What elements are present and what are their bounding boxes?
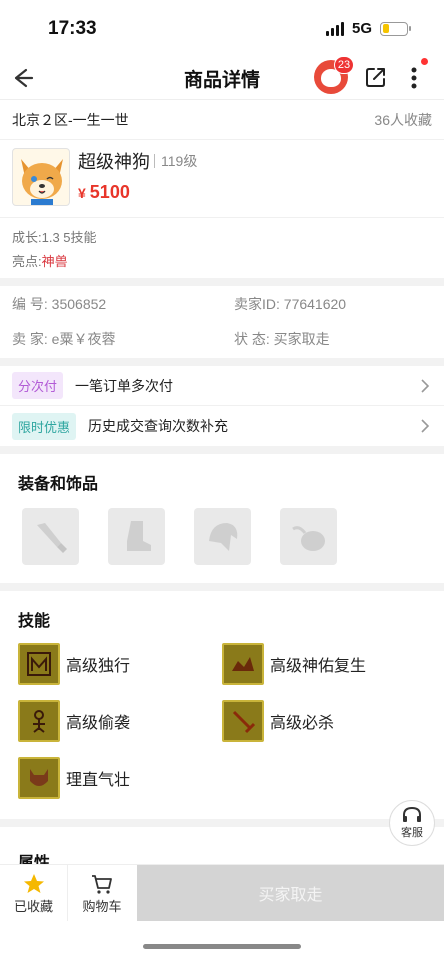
pet-name: 超级神狗 [78, 152, 150, 172]
promo-text: 一笔订单多次付 [75, 377, 174, 394]
seller-id-field: 卖家ID: 77641620 [234, 294, 444, 315]
armor-slot[interactable] [194, 508, 251, 565]
star-icon [23, 873, 44, 893]
promo-section: 分次付 一笔订单多次付 限时优惠 历史成交查询次数补充 [0, 366, 444, 446]
skill-item[interactable]: 理直气壮 [18, 757, 222, 799]
listing-card: 北京２区-一生一世 36人收藏 超级神狗 119级 ¥5100 成长:1.3 5… [0, 100, 444, 278]
accessory-slot[interactable] [280, 508, 337, 565]
weapon-slot[interactable] [22, 508, 79, 565]
server-row: 北京２区-一生一世 36人收藏 [0, 100, 444, 140]
promo-row-discount[interactable]: 限时优惠 历史成交查询次数补充 [0, 406, 444, 446]
cart-label: 购物车 [82, 898, 122, 914]
skill-item[interactable]: 高级独行 [18, 643, 222, 685]
chevron-right-icon [421, 419, 430, 433]
seller-value: e粟￥夜蓉 [51, 331, 116, 347]
seller-id-label: 卖家ID: [234, 296, 280, 312]
favorite-button[interactable]: 已收藏 [0, 865, 68, 921]
skill-name: 高级神佑复生 [270, 658, 367, 675]
network-type: 5G [351, 20, 372, 37]
growth-section: 成长:1.3 5技能 亮点:神兽 [0, 218, 444, 278]
share-icon[interactable] [364, 65, 388, 89]
signal-icon [325, 21, 344, 36]
price-symbol: ¥ [78, 185, 86, 201]
cart-icon [92, 874, 112, 894]
helmet-icon [208, 522, 237, 551]
skill-name: 高级独行 [66, 658, 131, 675]
dog-icon [21, 159, 63, 205]
id-value: 3506852 [51, 296, 107, 312]
message-badge: 23 [334, 56, 354, 74]
status-icons: 5G [325, 20, 411, 37]
favorite-count: 36人收藏 [374, 111, 432, 128]
price: ¥5100 [78, 182, 197, 203]
seller-field: 卖 家: e粟￥夜蓉 [12, 329, 234, 350]
nav-bar: 商品详情 23 [0, 56, 444, 100]
skill-name: 理直气壮 [66, 772, 131, 789]
server-name: 北京２区-一生一世 [12, 111, 129, 128]
equipment-title: 装备和饰品 [18, 476, 99, 493]
skill-icon [222, 700, 264, 742]
state-label: 状 态: [234, 331, 270, 347]
chevron-right-icon [421, 379, 430, 393]
skill-name: 高级必杀 [270, 715, 335, 732]
promo-row-installment[interactable]: 分次付 一笔订单多次付 [0, 366, 444, 406]
highlight-label: 亮点: [12, 254, 42, 269]
skill-item[interactable]: 高级神佑复生 [222, 643, 422, 685]
id-label: 编 号: [12, 296, 48, 312]
details-grid: 编 号: 3506852 卖家ID: 77641620 卖 家: e粟￥夜蓉 状… [0, 286, 444, 358]
headset-icon [403, 806, 421, 822]
skill-item[interactable]: 高级偷袭 [18, 700, 222, 742]
service-label: 客服 [401, 827, 423, 839]
pet-level: 119级 [154, 154, 197, 168]
battery-icon [380, 21, 411, 36]
skill-name: 高级偷袭 [66, 715, 131, 732]
favorite-label: 已收藏 [13, 898, 53, 914]
buy-button[interactable]: 买家取走 [137, 865, 444, 921]
skill-icon [18, 757, 60, 799]
state-field: 状 态: 买家取走 [234, 329, 444, 350]
amulet-icon [291, 525, 325, 551]
highlight-line: 亮点:神兽 [12, 250, 432, 274]
notification-dot [421, 58, 428, 65]
skill-icon [18, 700, 60, 742]
status-bar: 17:33 5G [0, 0, 444, 56]
cart-button[interactable]: 购物车 [68, 865, 136, 921]
boot-icon [126, 520, 151, 551]
promo-text: 历史成交查询次数补充 [88, 418, 229, 434]
equipment-section: 装备和饰品 [0, 454, 444, 583]
discount-tag: 限时优惠 [12, 412, 77, 440]
skills-title: 技能 [18, 613, 51, 630]
seller-id-value: 77641620 [283, 296, 347, 312]
state-value: 买家取走 [273, 331, 330, 347]
message-avatar-button[interactable]: 23 [314, 56, 354, 94]
customer-service-button[interactable]: 客服 [389, 800, 435, 846]
status-time: 17:33 [48, 18, 97, 39]
skills-section: 技能 高级独行 高级神佑复生 高级偷袭 高级必杀 理直气壮 [0, 591, 444, 819]
skill-item[interactable]: 高级必杀 [222, 700, 422, 742]
skill-icon [18, 643, 60, 685]
pet-image [12, 148, 70, 206]
seller-label: 卖 家: [12, 331, 48, 347]
id-field: 编 号: 3506852 [12, 294, 234, 315]
skill-icon [222, 643, 264, 685]
price-value: 5100 [89, 182, 130, 202]
more-icon[interactable] [404, 63, 424, 93]
sword-icon [36, 522, 67, 553]
boots-slot[interactable] [108, 508, 165, 565]
installment-tag: 分次付 [12, 372, 64, 399]
highlight-value: 神兽 [41, 254, 68, 269]
growth-text: 成长:1.3 5技能 [12, 230, 97, 245]
pet-summary[interactable]: 超级神狗 119级 ¥5100 [0, 140, 444, 218]
home-indicator [143, 944, 301, 949]
